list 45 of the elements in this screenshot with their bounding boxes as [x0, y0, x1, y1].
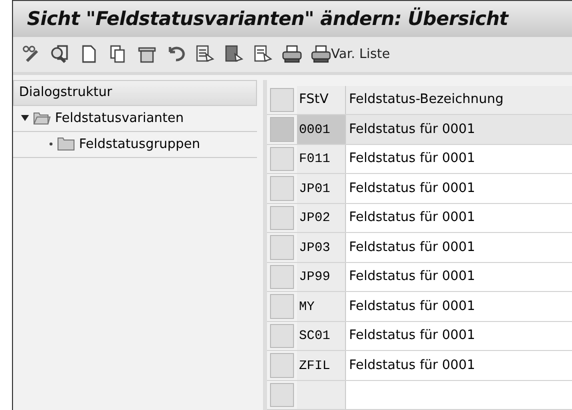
table-cell: Feldstatus für 0001 — [346, 144, 572, 173]
folder-icon — [57, 137, 75, 151]
list-pointer-icon — [253, 44, 273, 64]
table-cell: JP03 — [297, 233, 346, 262]
table-cell: Feldstatus für 0001 — [346, 204, 572, 232]
column-header[interactable]: Feldstatus-Bezeichnung — [346, 86, 572, 114]
toolbar-button[interactable] — [224, 44, 244, 64]
printer-icon — [311, 44, 331, 64]
tree-label: Feldstatusvarianten — [55, 110, 184, 126]
table-cell: Feldstatus für 0001 — [346, 174, 572, 202]
toolbar-button[interactable] — [21, 44, 41, 64]
table-cell: JP99 — [297, 262, 346, 291]
search-icon — [50, 44, 70, 64]
bullet-icon — [49, 142, 53, 146]
table-cell: SC01 — [297, 322, 346, 350]
variant-list-button[interactable]: Var. Liste — [311, 44, 390, 64]
folder-icon — [33, 111, 51, 125]
tree-item[interactable]: Feldstatusgruppen — [13, 132, 257, 158]
panel-header: Dialogstruktur — [13, 80, 257, 106]
list-pointer-icon — [195, 44, 215, 64]
table-cell: JP01 — [297, 174, 346, 202]
table-cell: Feldstatus für 0001 — [346, 292, 572, 320]
table-cell: Feldstatus für 0001 — [346, 262, 572, 291]
table-cell: F011 — [297, 144, 346, 173]
select-all-cell[interactable] — [270, 88, 294, 112]
table-cell: Feldstatus für 0001 — [346, 351, 572, 380]
toolbar-button[interactable] — [282, 44, 302, 64]
toolbar-button[interactable] — [253, 44, 273, 64]
tree-item[interactable]: Feldstatusvarianten — [13, 106, 257, 132]
table-cell: ZFIL — [297, 351, 346, 380]
toolbar-button[interactable] — [195, 44, 215, 64]
printer-icon — [282, 44, 302, 64]
window-title: Sicht "Feldstatusvarianten" ändern: Übersicht — [13, 0, 572, 37]
toolbar-button[interactable] — [50, 44, 70, 64]
table-cell: Feldstatus für 0001 — [346, 233, 572, 262]
column-header[interactable]: FStV — [297, 86, 346, 114]
list-pointer-icon — [224, 44, 244, 64]
table-cell: Feldstatus für 0001 — [346, 322, 572, 350]
table-cell: MY — [297, 292, 346, 320]
table-cell: JP02 — [297, 204, 346, 232]
table-cell: 0001 — [297, 115, 346, 144]
glasses-pencil-icon — [21, 44, 41, 64]
table-cell: Feldstatus für 0001 — [346, 115, 572, 144]
expander-icon[interactable] — [21, 114, 29, 122]
tree-label: Feldstatusgruppen — [79, 136, 200, 152]
